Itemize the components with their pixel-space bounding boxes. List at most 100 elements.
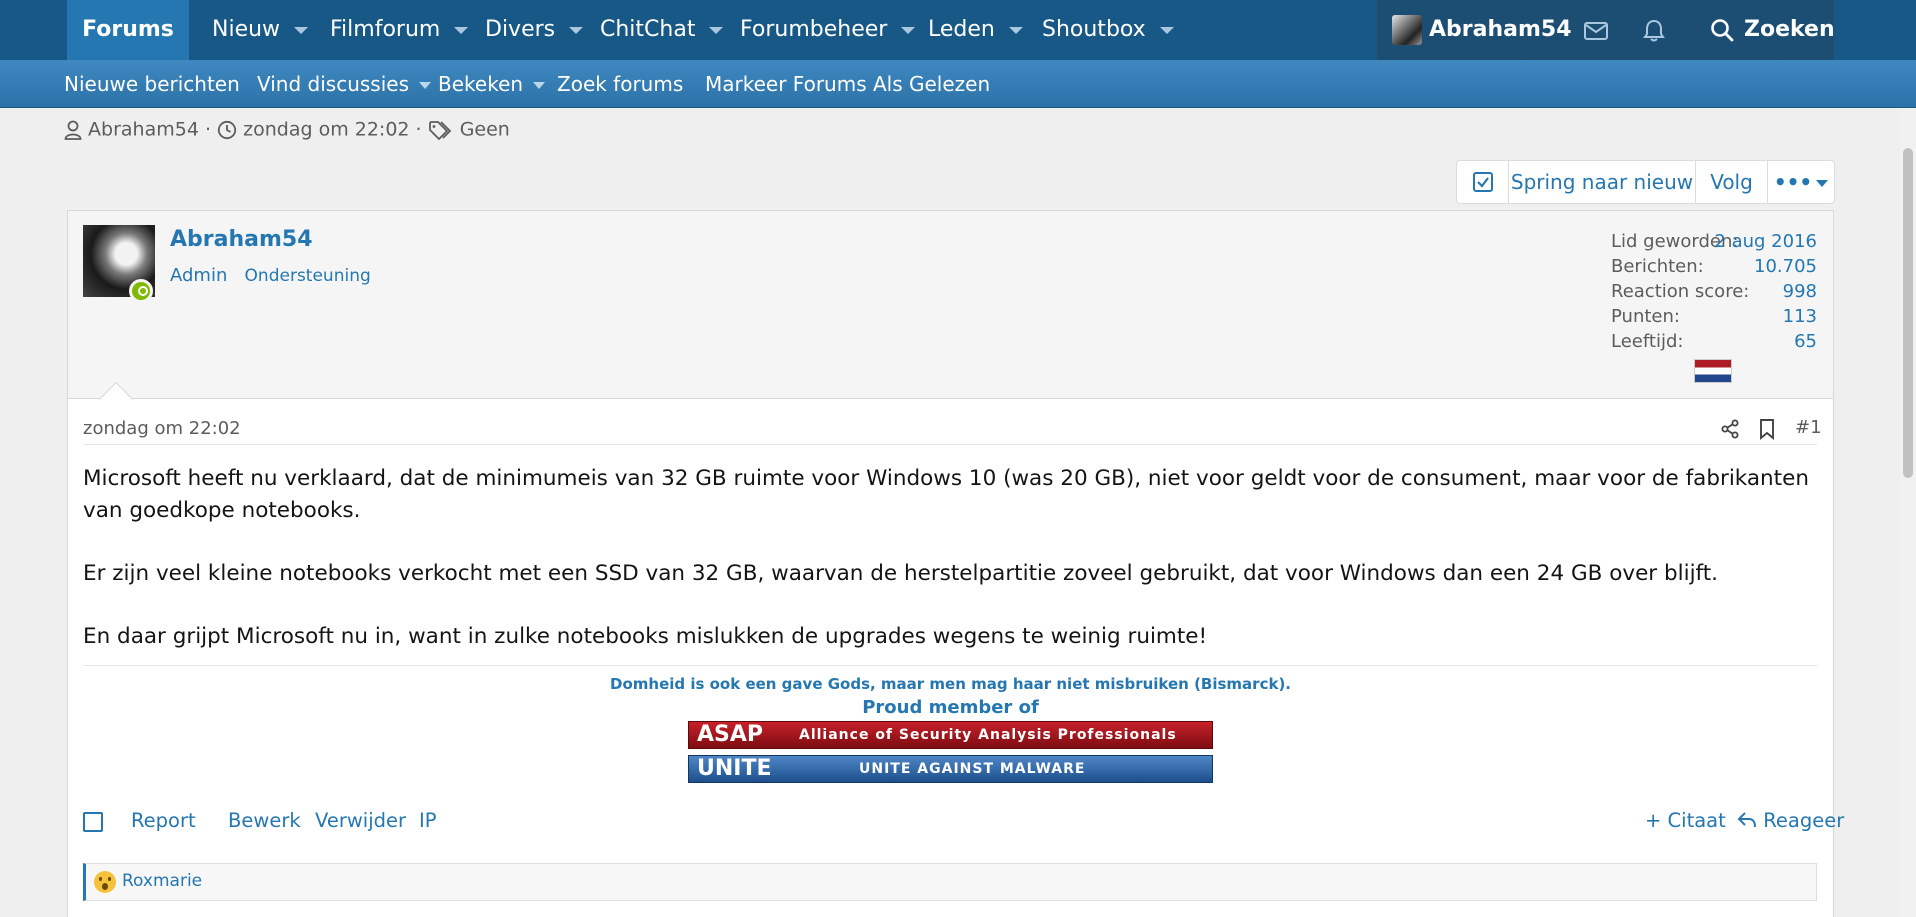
subnav-vind-discussies[interactable]: Vind discussies	[257, 60, 431, 108]
select-post-checkbox[interactable]	[83, 812, 103, 832]
user-stats: Lid geworden: 2 aug 2016 Berichten: 10.705…	[1611, 231, 1817, 356]
subnav-label: Vind discussies	[257, 72, 409, 96]
jump-new-button[interactable]: Spring naar nieuw	[1508, 161, 1695, 203]
tags-icon	[428, 120, 451, 140]
stat-label: Leeftijd:	[1611, 331, 1684, 352]
tab-filmforum[interactable]: Filmforum	[330, 0, 469, 60]
unite-banner[interactable]: UNITE UNITE AGAINST MALWARE	[688, 755, 1213, 783]
chevron-down-icon[interactable]	[419, 82, 431, 89]
tab-label: ChitChat	[600, 17, 696, 42]
stat-value: 65	[1794, 331, 1817, 352]
sub-navigation: Nieuwe berichten Vind discussies Bekeken…	[0, 60, 1916, 108]
chevron-down-icon[interactable]	[1008, 26, 1023, 34]
chevron-down-icon[interactable]	[533, 82, 546, 89]
chevron-down-icon	[1816, 180, 1829, 187]
scroll-thumb[interactable]	[1903, 148, 1913, 478]
subnav-markeer-gelezen[interactable]: Markeer Forums Als Gelezen	[705, 60, 990, 108]
thread-author[interactable]: Abraham54	[88, 119, 199, 141]
post-paragraph: En daar grijpt Microsoft nu in, want in …	[83, 624, 1208, 649]
account-area: Abraham54	[1377, 0, 1698, 60]
subnav-nieuwe-berichten[interactable]: Nieuwe berichten	[64, 60, 240, 108]
stat-value[interactable]: 10.705	[1754, 256, 1817, 277]
bookmark-icon[interactable]	[1758, 418, 1776, 440]
post: Abraham54 Admin Ondersteuning Lid geword…	[67, 210, 1844, 917]
thread-date[interactable]: zondag om 22:02	[243, 119, 409, 141]
reaction-user[interactable]: Roxmarie	[122, 871, 202, 891]
tab-label: Leden	[928, 17, 995, 42]
divider	[83, 444, 1817, 445]
post-paragraph: Microsoft heeft nu verklaard, dat de min…	[83, 466, 1809, 523]
banner-title: ASAP	[697, 722, 764, 747]
ip-link[interactable]: IP	[419, 809, 437, 832]
chevron-down-icon[interactable]	[294, 26, 309, 34]
quote-button[interactable]: + Citaat	[1645, 809, 1726, 832]
more-options-button[interactable]: •••	[1767, 161, 1834, 203]
chevron-down-icon[interactable]	[709, 26, 724, 34]
banner-title: UNITE	[697, 756, 772, 781]
stat-value: 2 aug 2016	[1714, 231, 1817, 252]
post-paragraph: Er zijn veel kleine notebooks verkocht m…	[83, 561, 1719, 586]
subnav-zoek-forums[interactable]: Zoek forums	[557, 60, 683, 108]
stat-value[interactable]: 113	[1783, 306, 1817, 327]
meta-separator: ·	[204, 118, 212, 141]
post-date[interactable]: zondag om 22:02	[83, 418, 241, 439]
delete-link[interactable]: Verwijder	[315, 809, 406, 832]
tab-forums[interactable]: Forums	[67, 0, 189, 60]
tab-chitchat[interactable]: ChitChat	[600, 0, 724, 60]
report-link[interactable]: Report	[131, 809, 196, 832]
user-title: Admin Ondersteuning	[170, 265, 371, 286]
chevron-down-icon[interactable]	[569, 26, 584, 34]
edit-link[interactable]: Bewerk	[228, 809, 301, 832]
user-role-support: Ondersteuning	[244, 266, 371, 286]
tab-divers[interactable]: Divers	[485, 0, 584, 60]
stat-row: Lid geworden: 2 aug 2016	[1611, 231, 1817, 256]
stat-value: 998	[1782, 281, 1817, 302]
follow-button[interactable]: Volg	[1695, 161, 1767, 203]
stat-row: Reaction score: 998	[1611, 281, 1817, 306]
thread-meta: Abraham54 · zondag om 22:02 · Geen	[64, 118, 510, 144]
user-role-admin: Admin	[170, 265, 228, 286]
mark-read-button[interactable]	[1457, 161, 1508, 203]
banner-subtitle: UNITE AGAINST MALWARE	[859, 761, 1086, 777]
subnav-bekeken[interactable]: Bekeken	[438, 60, 546, 108]
thread-tags[interactable]: Geen	[460, 119, 510, 141]
stat-label: Berichten:	[1611, 256, 1704, 277]
tab-nieuw[interactable]: Nieuw	[212, 0, 309, 60]
signature-member: Proud member of	[862, 697, 1039, 718]
tab-label: Divers	[485, 17, 556, 42]
chevron-down-icon[interactable]	[1159, 26, 1174, 34]
checkbox-check-icon	[1472, 172, 1493, 192]
post-number[interactable]: #1	[1795, 417, 1822, 438]
tab-label: Forumbeheer	[740, 17, 888, 42]
search-button[interactable]: Zoeken	[1694, 0, 1835, 60]
netherlands-flag-icon	[1694, 359, 1732, 383]
share-icon[interactable]	[1720, 419, 1740, 439]
envelope-icon[interactable]	[1583, 18, 1609, 44]
banner-subtitle: Alliance of Security Analysis Profession…	[799, 727, 1177, 743]
tab-leden[interactable]: Leden	[928, 0, 1023, 60]
signature-quote: Domheid is ook een gave Gods, maar men m…	[610, 675, 1291, 693]
reactions-bar: Roxmarie	[83, 863, 1817, 901]
top-navigation: Forums Nieuw Filmforum Divers ChitChat F…	[0, 0, 1916, 60]
meta-separator: ·	[415, 118, 422, 141]
account-name[interactable]: Abraham54	[1429, 0, 1572, 60]
post-username[interactable]: Abraham54	[170, 227, 313, 252]
reply-button[interactable]: Reageer	[1737, 809, 1844, 832]
tab-forumbeheer[interactable]: Forumbeheer	[740, 0, 916, 60]
stat-row: Punten: 113	[1611, 306, 1817, 331]
wow-reaction-icon	[94, 871, 116, 893]
tab-shoutbox[interactable]: Shoutbox	[1042, 0, 1174, 60]
clock-icon	[217, 120, 237, 139]
user-icon	[64, 120, 82, 140]
tab-label: Nieuw	[212, 17, 281, 42]
avatar[interactable]	[1392, 15, 1422, 45]
reply-arrow-icon	[1737, 812, 1756, 828]
asap-banner[interactable]: ASAP Alliance of Security Analysis Profe…	[688, 721, 1213, 749]
arrow-pointer	[99, 382, 133, 416]
chevron-down-icon[interactable]	[454, 26, 469, 34]
search-icon	[1711, 19, 1734, 42]
stat-label: Punten:	[1611, 306, 1680, 327]
bell-icon[interactable]	[1641, 18, 1667, 44]
scrollbar[interactable]	[1900, 108, 1916, 917]
chevron-down-icon[interactable]	[901, 26, 916, 34]
